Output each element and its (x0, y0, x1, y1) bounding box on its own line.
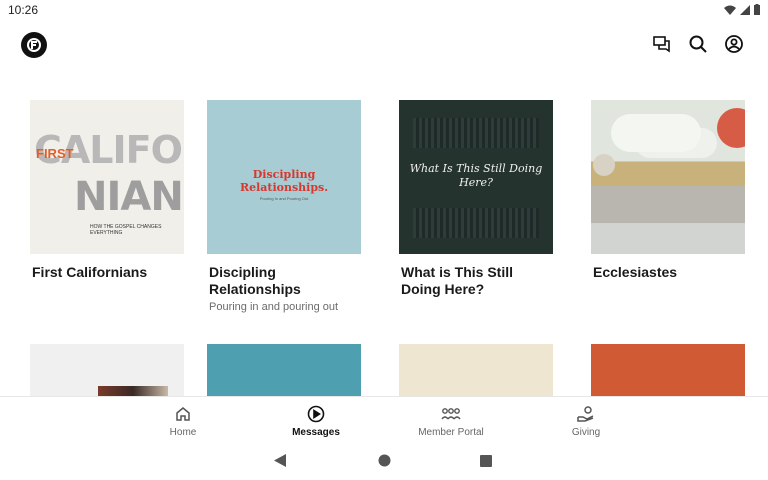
nav-item-messages[interactable]: Messages (256, 405, 376, 438)
art-text: FIRST (36, 146, 74, 161)
series-thumbnail: CALIFOR FIRST NIANS HOW THE GOSPEL CHANG… (30, 100, 184, 254)
group-icon (391, 405, 511, 423)
series-thumbnail (591, 344, 745, 400)
church-logo-icon[interactable] (21, 32, 47, 58)
giving-hand-icon (526, 405, 646, 423)
art-text: Pouring In and Pouring Out (259, 196, 309, 201)
nav-label: Member Portal (418, 427, 484, 438)
series-title: Ecclesiastes (593, 264, 678, 280)
nav-item-member-portal[interactable]: Member Portal (391, 405, 511, 438)
series-title: What is This Still Doing Here? (401, 264, 514, 297)
series-thumbnail (399, 344, 553, 400)
battery-icon (754, 4, 760, 15)
art-decor (413, 208, 539, 238)
status-bar: 10:26 (0, 0, 768, 20)
status-time: 10:26 (8, 3, 39, 17)
series-thumbnail (30, 344, 184, 400)
logo-mark (27, 38, 41, 52)
series-subtitle: Pouring in and pouring out (209, 301, 339, 313)
art-decor (717, 108, 745, 148)
nav-label: Messages (292, 427, 340, 438)
nav-label: Giving (571, 427, 601, 438)
series-card-first-californians[interactable]: CALIFOR FIRST NIANS HOW THE GOSPEL CHANG… (30, 100, 184, 281)
art-text: NIANS (74, 174, 184, 220)
series-card-discipling-relationships[interactable]: Discipling Relationships. Pouring In and… (207, 100, 361, 313)
art-text: HOW THE GOSPEL CHANGES EVERYTHING (90, 224, 162, 236)
series-card[interactable] (207, 344, 361, 400)
art-text: What Is This Still Doing Here? (409, 162, 543, 189)
recents-icon[interactable] (480, 454, 492, 472)
series-thumbnail: Discipling Relationships. Pouring In and… (207, 100, 361, 254)
nav-item-giving[interactable]: Giving (526, 405, 646, 438)
app-actions (652, 34, 744, 54)
series-card[interactable] (399, 344, 553, 400)
back-icon[interactable] (274, 454, 286, 472)
chat-icon[interactable] (652, 34, 672, 54)
status-icons (724, 4, 760, 15)
bottom-nav: Home Messages Member Portal Giving (0, 396, 768, 442)
series-card-ecclesiastes[interactable]: Ecclesiastes (591, 100, 745, 281)
system-nav-bar (0, 442, 768, 480)
art-decor (413, 118, 539, 148)
play-circle-icon (256, 405, 376, 423)
home-circle-icon[interactable] (378, 454, 391, 472)
series-thumbnail (591, 100, 745, 254)
home-icon (123, 405, 243, 423)
series-card-what-is-this-still-doing-here[interactable]: What Is This Still Doing Here? What is T… (399, 100, 553, 298)
account-icon[interactable] (724, 34, 744, 54)
series-card[interactable] (591, 344, 745, 400)
nav-label: Home (169, 427, 197, 438)
series-thumbnail (207, 344, 361, 400)
art-decor (611, 114, 701, 152)
signal-icon (740, 4, 750, 15)
nav-item-home[interactable]: Home (123, 405, 243, 438)
series-title: Discipling Relationships (209, 264, 301, 297)
wifi-icon (724, 5, 736, 15)
series-title: First Californians (32, 264, 148, 280)
search-icon[interactable] (688, 34, 708, 54)
art-decor (593, 154, 615, 176)
series-card[interactable] (30, 344, 184, 400)
series-thumbnail: What Is This Still Doing Here? (399, 100, 553, 254)
app-bar (0, 20, 768, 72)
art-text: Discipling Relationships. (239, 168, 329, 194)
